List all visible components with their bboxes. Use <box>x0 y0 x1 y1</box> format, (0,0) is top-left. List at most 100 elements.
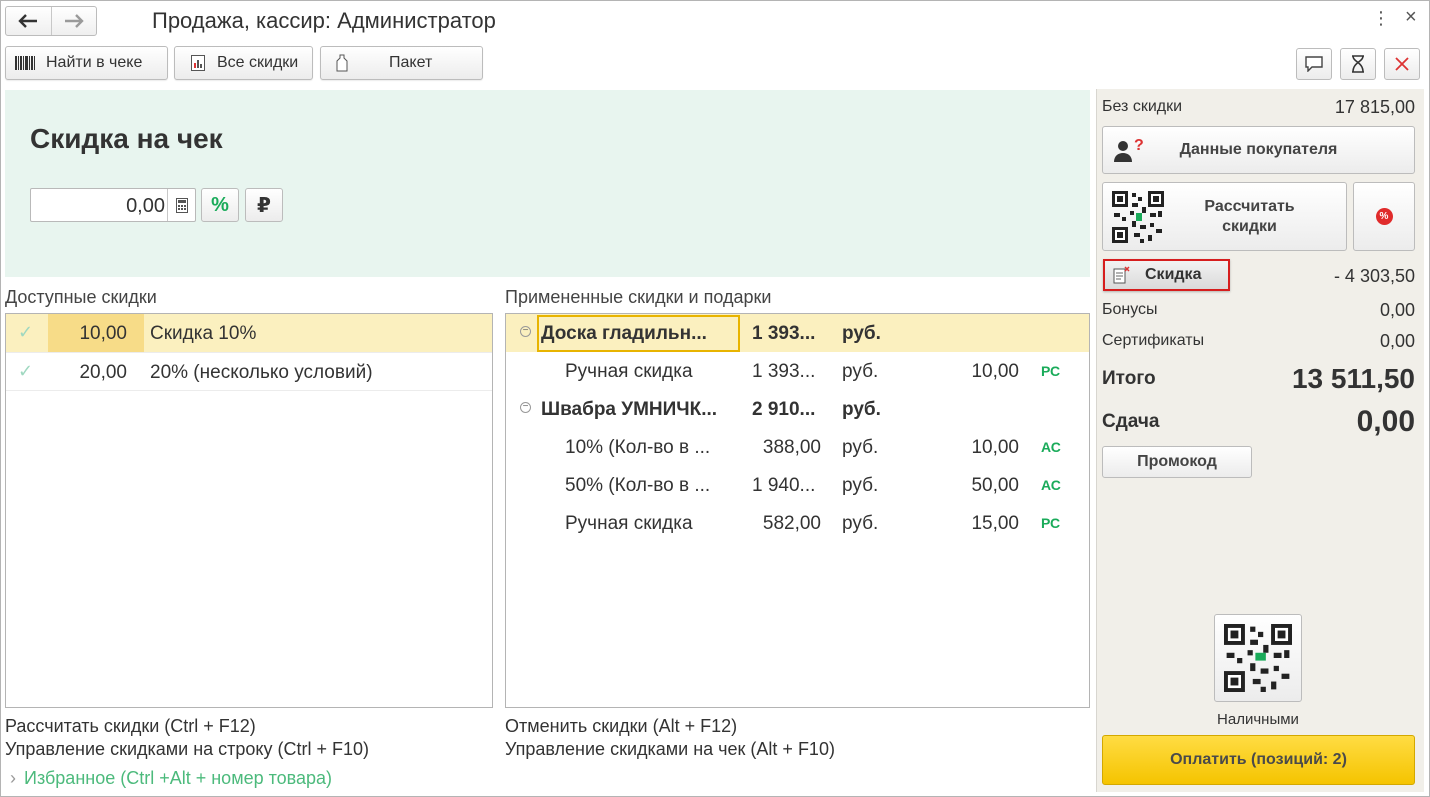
list-item[interactable]: ✓ 10,00 Скидка 10% <box>6 314 492 352</box>
hint-receipt-discounts[interactable]: Управление скидками на чек (Alt + F10) <box>505 739 835 760</box>
manual-discount-badge: РС <box>1041 363 1061 379</box>
qr-code-icon <box>1224 624 1292 692</box>
arrow-left-icon <box>18 14 38 28</box>
discount-currency: руб. <box>842 475 879 496</box>
cash-payment-label: Наличными <box>1217 711 1299 728</box>
discount-amount: 388,00 <box>762 437 821 458</box>
receipt-discount-title: Скидка на чек <box>30 123 223 154</box>
applied-discounts-tree[interactable]: − Доска гладильн... 1 393... руб. Ручная… <box>505 313 1090 708</box>
all-discounts-label: Все скидки <box>217 54 299 71</box>
package-button[interactable]: Пакет <box>320 46 483 80</box>
applied-discounts-header: Примененные скидки и подарки <box>505 287 772 307</box>
list-item[interactable]: ✓ 20,00 20% (несколько условий) <box>6 352 492 390</box>
bonuses-value: 0,00 <box>1379 300 1415 320</box>
find-in-receipt-button[interactable]: Найти в чеке <box>5 46 168 80</box>
package-label: Пакет <box>389 54 433 71</box>
calc-discounts-button[interactable]: Рассчитать скидки <box>1102 182 1347 251</box>
tree-child-row[interactable]: 50% (Кол-во в ... 1 940... руб. 50,00 АС <box>506 466 1089 504</box>
collapse-icon[interactable]: − <box>520 402 531 413</box>
all-discounts-button[interactable]: Все скидки <box>174 46 313 80</box>
available-discounts-header: Доступные скидки <box>5 287 157 307</box>
window-title: Продажа, кассир: Администратор <box>152 8 496 33</box>
auto-discount-badge: АС <box>1041 439 1061 455</box>
tree-child-row[interactable]: Ручная скидка 1 393... руб. 10,00 РС <box>506 352 1089 390</box>
cash-payment-button[interactable] <box>1214 614 1302 702</box>
discount-amount: 582,00 <box>762 513 821 534</box>
discount-percent-button[interactable]: % <box>1353 182 1415 251</box>
qr-code-icon <box>1112 191 1164 248</box>
item-currency: руб. <box>842 323 881 344</box>
favorites-label: Избранное (Ctrl +Alt + номер товара) <box>24 768 333 788</box>
collapse-icon[interactable]: − <box>520 326 531 337</box>
tree-group-row[interactable]: − Швабра УМНИЧК... 2 910... руб. <box>506 390 1089 428</box>
calculator-icon[interactable] <box>167 189 195 221</box>
cancel-receipt-button[interactable] <box>1384 48 1420 80</box>
discount-currency: руб. <box>842 513 879 534</box>
hint-cancel-discounts[interactable]: Отменить скидки (Alt + F12) <box>505 716 737 737</box>
item-amount: 1 393... <box>752 323 816 344</box>
total-label: Итого <box>1102 368 1156 389</box>
discount-name: Ручная скидка <box>565 361 693 382</box>
forward-button[interactable] <box>50 7 97 35</box>
tree-group-row[interactable]: − Доска гладильн... 1 393... руб. <box>506 314 1089 352</box>
close-icon <box>1395 57 1409 71</box>
back-button[interactable] <box>6 7 51 35</box>
discount-value: 10,00 <box>79 323 127 344</box>
discount-button[interactable]: Скидка <box>1103 259 1230 291</box>
check-icon: ✓ <box>18 322 34 342</box>
change-label: Сдача <box>1102 411 1160 432</box>
postpone-button[interactable] <box>1340 48 1376 80</box>
chevron-right-icon: › <box>10 768 16 788</box>
report-icon <box>187 54 209 72</box>
customer-data-button[interactable]: ? Данные покупателя <box>1102 126 1415 174</box>
bonuses-label: Бонусы <box>1102 301 1158 318</box>
discount-name: Скидка 10% <box>150 323 257 344</box>
discount-percent: 10,00 <box>971 437 1019 458</box>
ruble-button[interactable]: ₽ <box>245 188 283 222</box>
hint-calc-discounts[interactable]: Рассчитать скидки (Ctrl + F12) <box>5 716 256 737</box>
item-name: Швабра УМНИЧК... <box>541 399 718 420</box>
discount-name: Ручная скидка <box>565 513 693 534</box>
total-value: 13 511,50 <box>1291 363 1415 394</box>
hourglass-icon <box>1352 55 1364 73</box>
window-close-button[interactable]: × <box>1405 6 1417 29</box>
discount-percent: 50,00 <box>971 475 1019 496</box>
auto-discount-badge: АС <box>1041 477 1061 493</box>
barcode-icon <box>14 54 36 72</box>
no-discount-value: 17 815,00 <box>1334 97 1415 117</box>
discount-percent: 15,00 <box>971 513 1019 534</box>
discount-button-label: Скидка <box>1145 266 1202 283</box>
favorites-link[interactable]: › Избранное (Ctrl +Alt + номер товара) <box>10 768 332 789</box>
bottle-icon <box>331 54 353 72</box>
discount-name: 20% (несколько условий) <box>150 362 373 383</box>
hint-line-discounts[interactable]: Управление скидками на строку (Ctrl + F1… <box>5 739 369 760</box>
no-discount-label: Без скидки <box>1102 98 1183 115</box>
discount-amount-input[interactable]: 0,00 <box>30 188 196 222</box>
percent-badge-icon: % <box>1375 208 1393 225</box>
calc-discounts-label: Рассчитать скидки <box>1204 197 1295 235</box>
percent-button[interactable]: % <box>201 188 239 222</box>
discount-name: 10% (Кол-во в ... <box>565 437 711 458</box>
receipt-discount-icon <box>1113 266 1131 284</box>
item-currency: руб. <box>842 399 881 420</box>
available-discounts-list[interactable]: ✓ 10,00 Скидка 10% ✓ 20,00 20% (нескольк… <box>5 313 493 708</box>
discount-total-value: - 4 303,50 <box>1333 266 1415 286</box>
window-menu-button[interactable]: ⋮ <box>1372 8 1390 29</box>
comment-button[interactable] <box>1296 48 1332 80</box>
nav-buttons <box>5 6 97 36</box>
tree-child-row[interactable]: 10% (Кол-во в ... 388,00 руб. 10,00 АС <box>506 428 1089 466</box>
change-value: 0,00 <box>1356 405 1415 438</box>
speech-bubble-icon <box>1305 56 1323 72</box>
receipt-discount-panel <box>5 90 1090 277</box>
pay-button[interactable]: Оплатить (позиций: 2) <box>1102 735 1415 785</box>
arrow-right-icon <box>64 14 84 28</box>
customer-data-label: Данные покупателя <box>1179 141 1338 158</box>
promo-code-button[interactable]: Промокод <box>1102 446 1252 478</box>
tree-child-row[interactable]: Ручная скидка 582,00 руб. 15,00 РС <box>506 504 1089 542</box>
user-question-icon: ? <box>1113 137 1145 168</box>
discount-currency: руб. <box>842 361 879 382</box>
find-in-receipt-label: Найти в чеке <box>46 54 143 71</box>
check-icon: ✓ <box>18 361 34 381</box>
manual-discount-badge: РС <box>1041 515 1061 531</box>
discount-name: 50% (Кол-во в ... <box>565 475 711 496</box>
